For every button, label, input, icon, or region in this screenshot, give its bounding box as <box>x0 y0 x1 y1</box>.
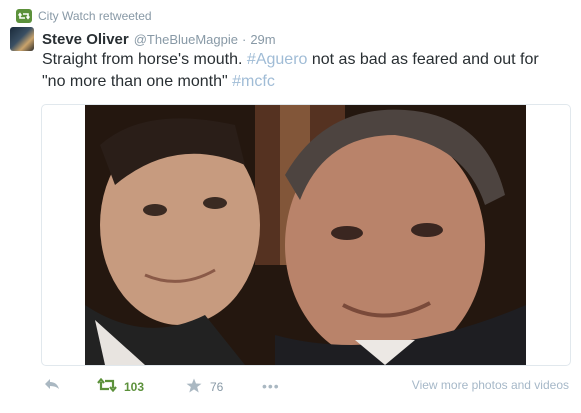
retweet-action-icon <box>97 377 117 395</box>
more-options-button[interactable]: ••• <box>262 378 280 394</box>
retweeter-label[interactable]: City Watch retweeted <box>38 9 152 23</box>
hashtag-aguero[interactable]: #Aguero <box>247 51 308 68</box>
tweet-text: Straight from horse's mouth. #Aguero not… <box>42 49 562 93</box>
reply-button[interactable] <box>44 378 60 393</box>
tweet-text-part1: Straight from horse's mouth. <box>42 51 247 68</box>
favorite-button[interactable]: 76 <box>186 378 223 396</box>
hashtag-mcfc[interactable]: #mcfc <box>232 73 275 90</box>
tweet-timestamp[interactable]: 29m <box>250 32 275 47</box>
star-icon <box>186 378 202 396</box>
tweet-header: Steve Oliver @TheBlueMagpie · 29m <box>10 27 276 51</box>
view-more-photos-link[interactable]: View more photos and videos <box>412 378 569 392</box>
retweet-button[interactable]: 103 <box>97 377 145 395</box>
avatar[interactable] <box>10 27 34 51</box>
author-name[interactable]: Steve Oliver <box>42 31 129 48</box>
retweet-icon <box>16 9 32 23</box>
more-icon: ••• <box>262 378 280 394</box>
time-separator: · <box>241 31 247 47</box>
media-card <box>41 104 571 366</box>
favorite-count: 76 <box>210 380 224 394</box>
retweet-count: 103 <box>124 379 145 394</box>
tweet-photo[interactable] <box>85 105 526 365</box>
retweet-context: City Watch retweeted <box>16 9 152 23</box>
reply-icon <box>44 378 60 393</box>
author-handle[interactable]: @TheBlueMagpie <box>134 32 238 47</box>
